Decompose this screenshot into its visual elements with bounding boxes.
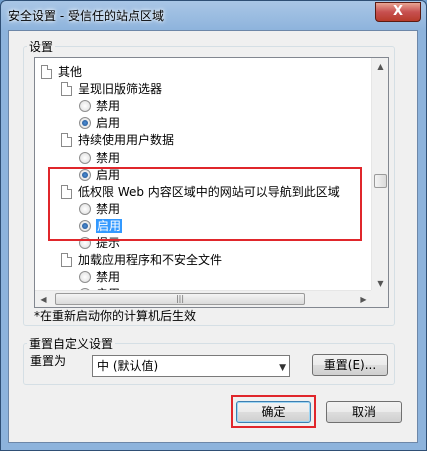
- radio-unchecked-icon[interactable]: [79, 151, 91, 164]
- scroll-left-arrow-icon[interactable]: ◀: [35, 291, 52, 307]
- document-icon: [41, 65, 52, 79]
- tree-item-label: 禁用: [96, 270, 121, 285]
- tree-setting: 呈现旧版筛选器: [61, 81, 162, 98]
- ok-highlight-annotation-box: [231, 395, 316, 428]
- reset-button[interactable]: 重置(E)...: [312, 354, 388, 376]
- highlight-annotation-box: [48, 167, 362, 241]
- title-bar[interactable]: 安全设置 - 受信任的站点区域 X: [1, 1, 426, 31]
- window-title: 安全设置 - 受信任的站点区域: [8, 9, 164, 23]
- scrollbar-corner: [371, 290, 388, 307]
- radio-option[interactable]: 启用: [79, 115, 120, 132]
- close-button[interactable]: X: [375, 2, 421, 22]
- restart-note: *在重新启动你的计算机后生效: [34, 309, 197, 323]
- vertical-scroll-thumb[interactable]: [374, 174, 387, 188]
- tree-item-label: 禁用: [96, 99, 121, 114]
- tree-item-label: 呈现旧版筛选器: [78, 82, 163, 97]
- tree-category: 其他: [41, 64, 82, 81]
- radio-option[interactable]: 禁用: [79, 150, 120, 167]
- tree-item-label: 加载应用程序和不安全文件: [78, 253, 223, 268]
- document-icon: [61, 253, 72, 268]
- reset-group-label: 重置自定义设置: [27, 335, 116, 352]
- tree-item-label: 禁用: [96, 150, 121, 165]
- radio-option[interactable]: 禁用: [79, 269, 120, 286]
- tree-setting: 持续使用用户数据: [61, 132, 174, 149]
- tree-item-label: 其他: [58, 65, 83, 79]
- radio-unchecked-icon[interactable]: [79, 271, 91, 284]
- reset-level-value: 中 (默认值): [97, 359, 159, 373]
- vertical-scrollbar[interactable]: ▲ ▼: [371, 58, 388, 292]
- radio-checked-icon[interactable]: [79, 117, 91, 130]
- tree-setting: 加载应用程序和不安全文件: [61, 252, 222, 269]
- chevron-down-icon: ▼: [279, 363, 286, 373]
- document-icon: [61, 82, 72, 97]
- radio-unchecked-icon[interactable]: [79, 100, 91, 113]
- scroll-right-arrow-icon[interactable]: ▶: [355, 291, 372, 307]
- horizontal-scrollbar[interactable]: ◀ ||| ▶: [35, 290, 372, 307]
- reset-to-label: 重置为: [30, 354, 67, 368]
- tree-item-label: 持续使用用户数据: [78, 133, 175, 148]
- tree-item-label: 启用: [96, 116, 121, 131]
- document-icon: [61, 133, 72, 148]
- reset-level-dropdown[interactable]: 中 (默认值) ▼: [92, 355, 290, 377]
- cancel-button[interactable]: 取消: [326, 401, 402, 423]
- settings-group-label: 设置: [27, 38, 56, 55]
- scroll-up-arrow-icon[interactable]: ▲: [372, 58, 388, 75]
- radio-option[interactable]: 禁用: [79, 98, 120, 115]
- horizontal-scroll-thumb[interactable]: |||: [55, 293, 305, 305]
